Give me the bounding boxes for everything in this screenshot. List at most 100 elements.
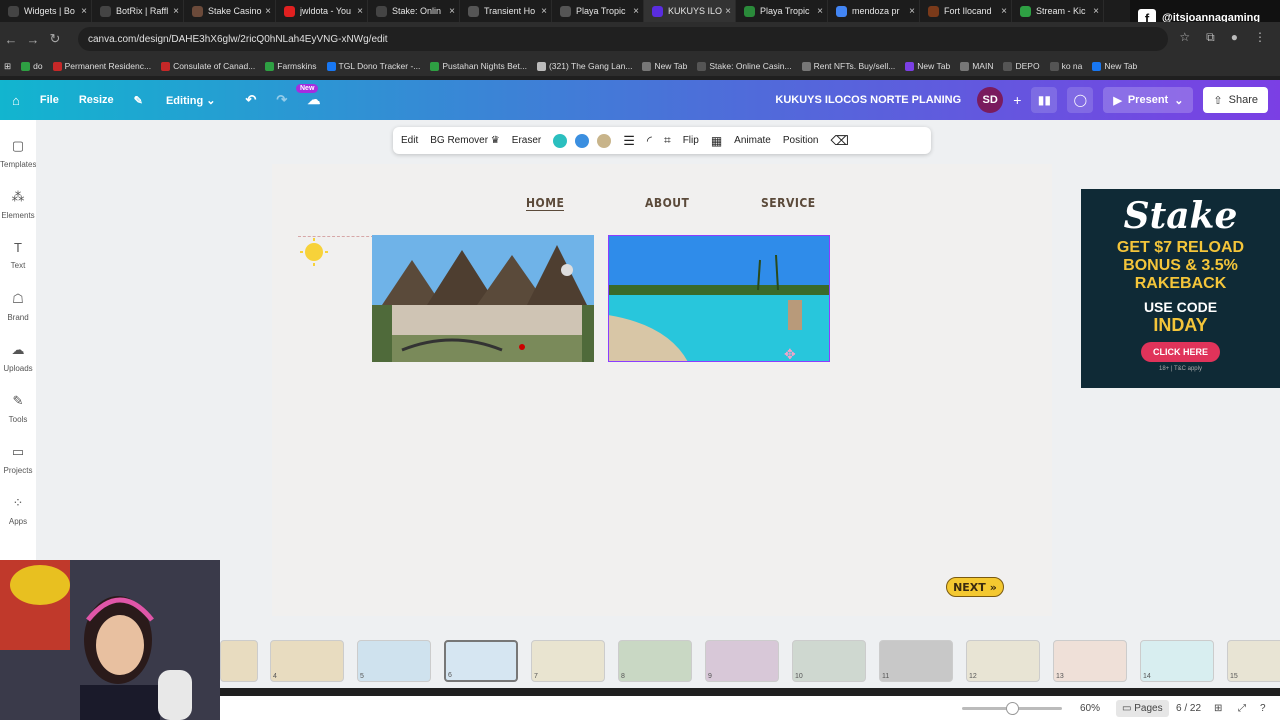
bookmark-item[interactable]: MAIN xyxy=(960,61,993,71)
file-menu[interactable]: File xyxy=(40,94,59,106)
tab-close-icon[interactable]: × xyxy=(541,6,547,17)
page-thumbnail[interactable]: 15 xyxy=(1227,640,1280,682)
url-field[interactable]: canva.com/design/DAHE3hX6glw/2ricQ0hNLah… xyxy=(78,27,1168,51)
page-thumbnail[interactable]: 8 xyxy=(618,640,692,682)
page-thumbnail[interactable] xyxy=(220,640,258,682)
star-icon[interactable]: ☆ xyxy=(1179,30,1190,45)
bookmark-item[interactable]: New Tab xyxy=(905,61,950,71)
tab-close-icon[interactable]: × xyxy=(633,6,639,17)
grid-view-icon[interactable]: ⊞ xyxy=(1214,703,1222,714)
back-icon[interactable]: ← xyxy=(0,32,22,47)
zoom-level[interactable]: 60% xyxy=(1080,703,1100,714)
fullscreen-icon[interactable]: ⤢ xyxy=(1238,703,1246,714)
bookmark-item[interactable]: Rent NFTs. Buy/sell... xyxy=(801,61,895,71)
bookmark-item[interactable]: Consulate of Canad... xyxy=(161,61,255,71)
browser-tab[interactable]: Stake: Onlin × xyxy=(368,0,460,22)
bookmark-item[interactable]: DEPO xyxy=(1003,61,1040,71)
bookmark-item[interactable]: New Tab xyxy=(1092,61,1137,71)
tab-close-icon[interactable]: × xyxy=(173,6,179,17)
browser-tab[interactable]: KUKUYS ILO × xyxy=(644,0,736,22)
flip-button[interactable]: Flip xyxy=(683,135,699,146)
project-title[interactable]: KUKUYS ILOCOS NORTE PLANING xyxy=(775,94,961,106)
copy-style-icon[interactable]: ⌫ xyxy=(830,133,848,149)
sidebar-item-tools[interactable]: ✎ Tools xyxy=(0,393,36,424)
tab-close-icon[interactable]: × xyxy=(449,6,455,17)
pages-button[interactable]: ▭ Pages xyxy=(1116,699,1169,717)
undo-icon[interactable]: ↶ xyxy=(246,92,257,108)
bookmark-item[interactable]: Stake: Online Casin... xyxy=(697,61,792,71)
position-button[interactable]: Position xyxy=(783,135,819,146)
page-thumbnail[interactable]: 14 xyxy=(1140,640,1214,682)
sidebar-item-brand[interactable]: ☖ Brand xyxy=(0,291,36,322)
menu-icon[interactable]: ⋮ xyxy=(1254,30,1266,45)
apps-grid-icon[interactable]: ⊞ xyxy=(4,61,11,72)
sidebar-item-text[interactable]: T Text xyxy=(0,240,36,270)
browser-tab[interactable]: Playa Tropic × xyxy=(736,0,828,22)
browser-tab[interactable]: Transient Ho × xyxy=(460,0,552,22)
tab-close-icon[interactable]: × xyxy=(909,6,915,17)
hut-resort-image[interactable] xyxy=(372,235,594,362)
animate-button[interactable]: Animate xyxy=(734,135,771,146)
sidebar-item-apps[interactable]: ⁘ Apps xyxy=(0,495,36,526)
page-thumbnail[interactable]: 11 xyxy=(879,640,953,682)
crop-icon[interactable]: ⌗ xyxy=(664,133,671,148)
avatar[interactable]: SD xyxy=(977,87,1004,113)
present-button[interactable]: ▶ Present ⌄ xyxy=(1103,87,1194,113)
edit-button[interactable]: Edit xyxy=(401,135,418,146)
bookmark-item[interactable]: ko na xyxy=(1049,61,1082,71)
page-thumbnail[interactable]: 5 xyxy=(357,640,431,682)
swatch-blue[interactable] xyxy=(575,133,590,148)
page-thumbnail[interactable]: 12 xyxy=(966,640,1040,682)
bookmark-item[interactable]: do xyxy=(21,61,43,71)
browser-tab[interactable]: Stake Casino × xyxy=(184,0,276,22)
tab-close-icon[interactable]: × xyxy=(81,6,87,17)
editing-menu[interactable]: ✎ Editing ⌄ xyxy=(134,94,216,107)
browser-tab[interactable]: Widgets | Bo × xyxy=(0,0,92,22)
sidebar-item-projects[interactable]: ▭ Projects xyxy=(0,444,36,475)
comment-icon[interactable]: ◯ xyxy=(1067,87,1094,113)
corner-rounding-icon[interactable]: ◜ xyxy=(647,133,652,149)
sidebar-item-elements[interactable]: ⁂ Elements xyxy=(0,189,36,220)
cloud-save-icon[interactable]: ☁ xyxy=(307,92,320,108)
tab-close-icon[interactable]: × xyxy=(265,6,271,17)
page-thumbnail[interactable]: 6 xyxy=(444,640,518,682)
browser-tab[interactable]: mendoza pr × xyxy=(828,0,920,22)
redo-icon[interactable]: ↷ xyxy=(276,92,287,108)
resize-menu[interactable]: Resize xyxy=(79,94,114,106)
page-count[interactable]: 6 / 22 xyxy=(1176,703,1201,714)
page-thumbnail[interactable]: 4 xyxy=(270,640,344,682)
bookmark-item[interactable]: New Tab xyxy=(642,61,687,71)
profile-icon[interactable]: ● xyxy=(1231,30,1238,45)
swatch-teal[interactable] xyxy=(553,133,568,148)
page-thumbnail[interactable]: 10 xyxy=(792,640,866,682)
page-thumbnail[interactable]: 9 xyxy=(705,640,779,682)
tab-close-icon[interactable]: × xyxy=(1093,6,1099,17)
bookmark-item[interactable]: Farmskins xyxy=(265,61,317,71)
tab-close-icon[interactable]: × xyxy=(817,6,823,17)
bookmark-item[interactable]: Pustahan Nights Bet... xyxy=(430,61,527,71)
page-thumbnail[interactable]: 7 xyxy=(531,640,605,682)
page-thumbnail[interactable]: 13 xyxy=(1053,640,1127,682)
bookmark-item[interactable]: TGL Dono Tracker -... xyxy=(326,61,420,71)
bookmark-item[interactable]: (321) The Gang Lan... xyxy=(536,61,632,71)
help-icon[interactable]: ? xyxy=(1260,703,1266,714)
transparency-icon[interactable]: ▦ xyxy=(711,134,722,148)
tab-close-icon[interactable]: × xyxy=(357,6,363,17)
sidebar-item-uploads[interactable]: ☁ Uploads xyxy=(0,342,36,373)
home-icon[interactable]: ⌂ xyxy=(12,93,20,108)
border-style-icon[interactable]: ☰ xyxy=(623,133,635,149)
browser-tab[interactable]: jwldota - You × xyxy=(276,0,368,22)
insights-icon[interactable]: ▮▮ xyxy=(1031,87,1058,113)
reload-icon[interactable]: ↻ xyxy=(44,31,66,47)
browser-tab[interactable]: BotRix | Raffl × xyxy=(92,0,184,22)
add-collaborator-icon[interactable]: + xyxy=(1013,92,1021,108)
swatch-tan[interactable] xyxy=(597,133,612,148)
browser-tab[interactable]: Playa Tropic × xyxy=(552,0,644,22)
zoom-slider-knob[interactable] xyxy=(1006,702,1019,715)
extensions-icon[interactable]: ⧉ xyxy=(1206,30,1215,45)
tab-close-icon[interactable]: × xyxy=(725,6,731,17)
pool-resort-image[interactable]: ✥ xyxy=(608,235,830,362)
forward-icon[interactable]: → xyxy=(22,32,44,47)
sidebar-item-templates[interactable]: ▢ Templates xyxy=(0,138,36,169)
share-button[interactable]: ⇧ Share xyxy=(1203,87,1268,113)
